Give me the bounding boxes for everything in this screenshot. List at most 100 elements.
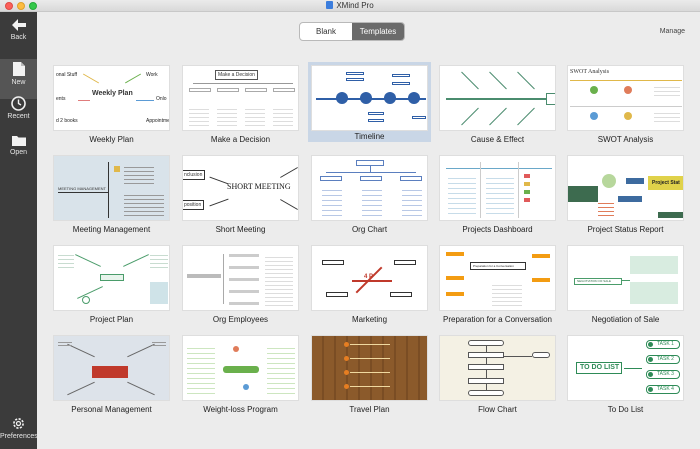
- clock-icon: [11, 96, 26, 111]
- template-label: Preparation for a Conversation: [443, 315, 552, 324]
- template-label: Negotiation of Sale: [591, 315, 660, 324]
- template-label: Org Chart: [351, 225, 388, 234]
- template-card-negotiation-of-sale[interactable]: NEGOTIATION OF SALE Negotiation of Sale: [567, 245, 684, 324]
- template-thumbnail: [439, 335, 556, 401]
- sidebar-recent-button[interactable]: Recent: [0, 96, 37, 120]
- thumb-text: onal Stuff: [56, 72, 78, 78]
- template-label: Travel Plan: [349, 405, 390, 414]
- sidebar-recent-label: Recent: [7, 113, 30, 120]
- sidebar-open-button[interactable]: Open: [0, 134, 37, 156]
- thumb-text: ents: [56, 96, 66, 102]
- back-arrow-icon: [11, 19, 26, 31]
- template-card-make-a-decision[interactable]: Make a Decision Make a Decision: [182, 65, 299, 144]
- template-card-project-status-report[interactable]: Project Stat Project Status Report: [567, 155, 684, 234]
- thumb-text: NEGOTIATION OF SALE: [574, 278, 622, 285]
- thumb-text: Preparation for a Conversation: [470, 262, 526, 270]
- template-thumbnail: [311, 335, 428, 401]
- template-thumbnail: [439, 155, 556, 221]
- sidebar-back-label: Back: [10, 34, 27, 41]
- thumb-text: Project Stat: [648, 176, 683, 190]
- thumb-text: Weekly Plan: [92, 90, 133, 97]
- template-label: Weekly Plan: [89, 135, 134, 144]
- template-label: Project Status Report: [587, 225, 664, 234]
- template-thumbnail: MEETING MANAGEMENT: [53, 155, 170, 221]
- template-card-cause-effect[interactable]: Cause & Effect: [439, 65, 556, 144]
- template-thumbnail: [182, 335, 299, 401]
- template-card-project-plan[interactable]: Project Plan: [53, 245, 170, 324]
- document-icon: [326, 1, 334, 9]
- sidebar-open-label: Open: [9, 149, 28, 156]
- template-card-weight-loss-program[interactable]: Weight-loss Program: [182, 335, 299, 414]
- thumb-text: Appointme: [146, 118, 170, 124]
- template-label: Flow Chart: [478, 405, 517, 414]
- template-thumbnail: [439, 65, 556, 131]
- template-card-marketing[interactable]: 4 P Marketing: [311, 245, 428, 324]
- template-label: Make a Decision: [210, 135, 271, 144]
- template-thumbnail: Project Stat: [567, 155, 684, 221]
- template-label: Project Plan: [89, 315, 134, 324]
- mode-segmented-control: Blank Templates: [299, 22, 405, 41]
- template-thumbnail: [311, 65, 428, 131]
- folder-icon: [11, 136, 26, 146]
- manage-link[interactable]: Manage: [660, 28, 685, 35]
- template-card-meeting-management[interactable]: MEETING MANAGEMENT Meeting Management: [53, 155, 170, 234]
- template-card-preparation-for-a-conversation[interactable]: Preparation for a Conversation Preparati…: [439, 245, 556, 324]
- thumb-text: Onlo: [156, 96, 167, 102]
- template-card-weekly-plan[interactable]: Weekly Plan onal Stuff ents d 2 books Wo…: [53, 65, 170, 144]
- template-card-projects-dashboard[interactable]: Projects Dashboard: [439, 155, 556, 234]
- template-label: Personal Management: [71, 405, 152, 414]
- template-card-swot-analysis[interactable]: SWOT Analysis SWOT Analysis: [567, 65, 684, 144]
- template-thumbnail: [53, 335, 170, 401]
- template-label: Timeline: [354, 132, 385, 141]
- thumb-text: TO DO LIST: [576, 362, 622, 374]
- template-card-org-employees[interactable]: Org Employees: [182, 245, 299, 324]
- template-thumbnail: [182, 245, 299, 311]
- template-card-org-chart[interactable]: Org Chart: [311, 155, 428, 234]
- title-bar: XMind Pro: [0, 0, 700, 12]
- thumb-text: SWOT Analysis: [570, 69, 610, 75]
- template-label: To Do List: [607, 405, 644, 414]
- thumb-text: MEETING MANAGEMENT: [58, 186, 107, 191]
- sidebar-preferences-button[interactable]: Preferences: [0, 416, 38, 440]
- template-thumbnail: Weekly Plan onal Stuff ents d 2 books Wo…: [53, 65, 170, 131]
- template-card-personal-management[interactable]: Personal Management: [53, 335, 170, 414]
- template-label: Projects Dashboard: [462, 225, 533, 234]
- thumb-text: d 2 books: [56, 118, 78, 124]
- thumb-text: position: [183, 200, 205, 210]
- template-card-timeline[interactable]: Timeline: [308, 62, 431, 142]
- sidebar-new-label: New: [11, 79, 26, 86]
- sidebar-preferences-label: Preferences: [0, 433, 38, 440]
- template-card-flow-chart[interactable]: Flow Chart: [439, 335, 556, 414]
- selection-highlight: [308, 62, 431, 142]
- sidebar-back-button[interactable]: Back: [0, 18, 37, 41]
- thumb-text: nclusion: [183, 170, 206, 180]
- template-label: Org Employees: [212, 315, 269, 324]
- tab-templates[interactable]: Templates: [352, 23, 404, 40]
- gear-icon: [13, 418, 24, 429]
- sidebar-new-button[interactable]: New: [0, 59, 37, 99]
- template-card-short-meeting[interactable]: SHORT MEETING nclusion position Short Me…: [182, 155, 299, 234]
- template-label: Weight-loss Program: [203, 405, 278, 414]
- template-thumbnail: [311, 155, 428, 221]
- thumb-text: SHORT MEETING: [227, 182, 291, 191]
- template-thumbnail: TO DO LIST TASK 1 TASK 2 TASK 3 TASK 4: [567, 335, 684, 401]
- template-card-travel-plan[interactable]: Travel Plan: [311, 335, 428, 414]
- template-gallery: Blank Templates Manage Weekly Plan onal …: [37, 12, 700, 449]
- template-thumbnail: 4 P: [311, 245, 428, 311]
- template-thumbnail: [53, 245, 170, 311]
- thumb-text: Make a Decision: [215, 70, 258, 80]
- window-title: XMind Pro: [0, 1, 700, 11]
- template-thumbnail: SHORT MEETING nclusion position: [182, 155, 299, 221]
- template-label: SWOT Analysis: [597, 135, 654, 144]
- sidebar: Back New Recent Open Preferences: [0, 12, 38, 449]
- template-thumbnail: SWOT Analysis: [567, 65, 684, 131]
- template-label: Meeting Management: [72, 225, 151, 234]
- tab-blank[interactable]: Blank: [300, 23, 352, 40]
- new-document-icon: [12, 62, 25, 76]
- window-title-text: XMind Pro: [336, 1, 374, 10]
- template-label: Short Meeting: [215, 225, 266, 234]
- template-label: Marketing: [351, 315, 388, 324]
- template-card-to-do-list[interactable]: TO DO LIST TASK 1 TASK 2 TASK 3 TASK 4 T…: [567, 335, 684, 414]
- template-thumbnail: NEGOTIATION OF SALE: [567, 245, 684, 311]
- template-thumbnail: Preparation for a Conversation: [439, 245, 556, 311]
